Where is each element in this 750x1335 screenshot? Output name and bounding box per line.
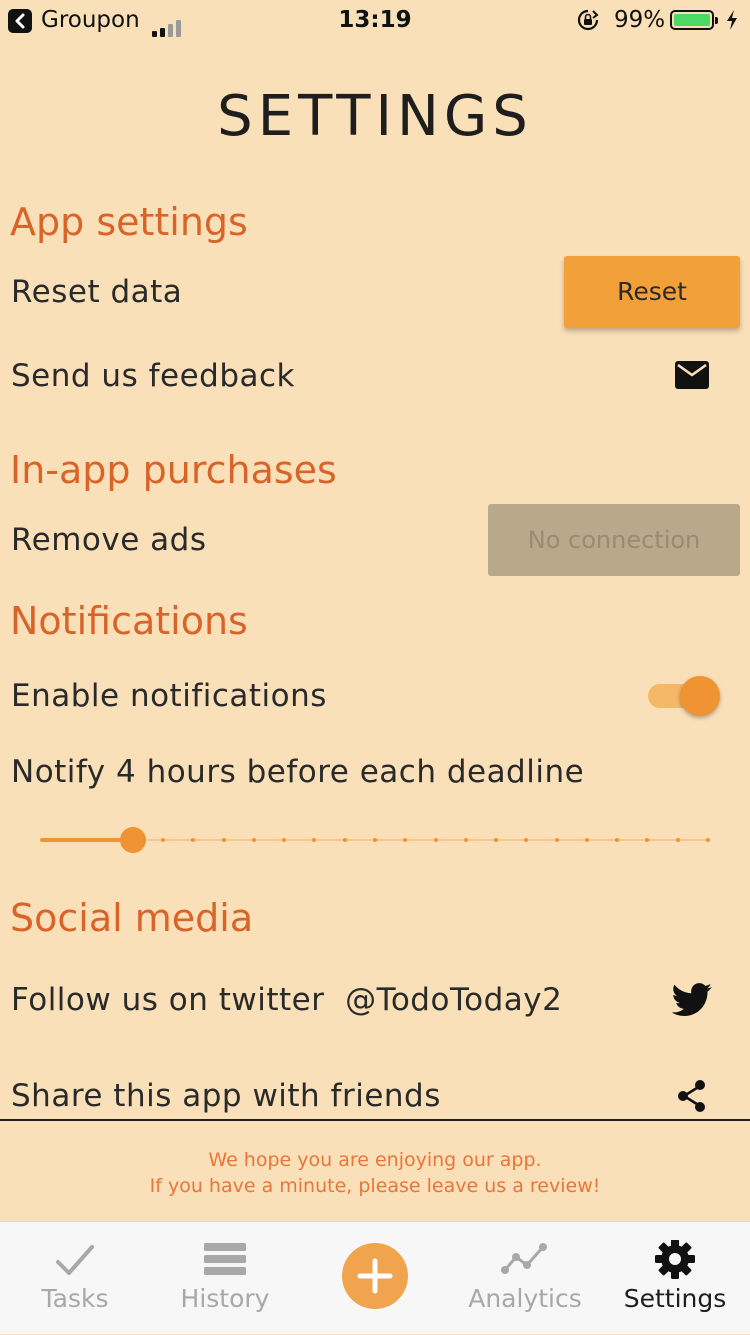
tab-settings[interactable]: Settings <box>600 1222 750 1335</box>
slider-tick <box>251 838 256 842</box>
rotation-lock-icon <box>577 9 599 31</box>
slider-tick <box>221 838 226 842</box>
social-media-heading: Social media <box>10 896 254 940</box>
notify-hours-slider[interactable] <box>40 826 710 854</box>
divider <box>0 1119 750 1121</box>
review-line-2: If you have a minute, please leave us a … <box>149 1175 601 1197</box>
tab-analytics-label: Analytics <box>468 1284 582 1313</box>
add-task-button[interactable] <box>342 1243 408 1309</box>
status-bar: Groupon 13:19 99% <box>0 0 750 40</box>
slider-tick <box>433 838 438 842</box>
enable-notifications-label: Enable notifications <box>11 678 327 714</box>
page-title: SETTINGS <box>217 84 533 149</box>
slider-tick <box>494 838 499 842</box>
app-settings-heading: App settings <box>10 200 248 244</box>
slider-tick <box>645 838 650 842</box>
tab-analytics[interactable]: Analytics <box>450 1222 600 1335</box>
share-icon[interactable] <box>676 1079 708 1113</box>
tab-history-label: History <box>180 1284 270 1313</box>
slider-tick <box>524 838 529 842</box>
tab-tasks[interactable]: Tasks <box>0 1222 150 1335</box>
slider-tick <box>282 838 287 842</box>
twitter-icon[interactable] <box>671 983 713 1017</box>
slider-tick <box>463 838 468 842</box>
slider-tick <box>675 838 680 842</box>
notifications-heading: Notifications <box>10 599 248 643</box>
battery-icon <box>670 10 718 30</box>
toggle-knob[interactable] <box>680 676 720 716</box>
reset-button[interactable]: Reset <box>564 256 740 328</box>
slider-tick <box>554 838 559 842</box>
notifications-toggle[interactable] <box>648 675 722 717</box>
remove-ads-label: Remove ads <box>11 522 207 558</box>
review-prompt[interactable]: We hope you are enjoying our app. If you… <box>0 1147 750 1199</box>
checkmark-icon <box>56 1245 94 1275</box>
twitter-label[interactable]: Follow us on twitter @TodoToday2 <box>11 982 562 1018</box>
slider-tick <box>584 838 589 842</box>
remove-ads-button[interactable]: No connection <box>488 504 740 576</box>
slider-tick <box>373 838 377 842</box>
mail-icon[interactable] <box>675 361 709 389</box>
slider-tick <box>615 838 620 842</box>
slider-tick <box>191 838 196 842</box>
slider-tick <box>342 838 347 842</box>
send-feedback-label[interactable]: Send us feedback <box>11 358 295 394</box>
share-app-label[interactable]: Share this app with friends <box>11 1078 441 1114</box>
reset-data-label: Reset data <box>11 274 183 310</box>
review-line-1: We hope you are enjoying our app. <box>208 1149 542 1171</box>
list-icon <box>204 1243 246 1275</box>
battery-percent: 99% <box>614 7 666 33</box>
slider-tick <box>706 838 710 842</box>
tab-bar: Tasks History Analytics Settings <box>0 1221 750 1334</box>
notify-hours-label: Notify 4 hours before each deadline <box>11 754 585 790</box>
slider-tick <box>100 838 105 842</box>
slider-tick <box>161 838 166 842</box>
tab-tasks-label: Tasks <box>41 1284 109 1313</box>
slider-tick <box>312 838 317 842</box>
in-app-purchases-heading: In-app purchases <box>10 448 337 492</box>
plus-icon <box>357 1258 393 1294</box>
charging-bolt-icon <box>727 10 737 30</box>
slider-tick <box>403 838 408 842</box>
tab-history[interactable]: History <box>150 1222 300 1335</box>
slider-thumb[interactable] <box>119 827 146 853</box>
slider-tick <box>40 838 44 842</box>
gear-icon <box>655 1240 695 1279</box>
tab-settings-label: Settings <box>623 1284 727 1313</box>
line-chart-icon <box>501 1243 547 1274</box>
